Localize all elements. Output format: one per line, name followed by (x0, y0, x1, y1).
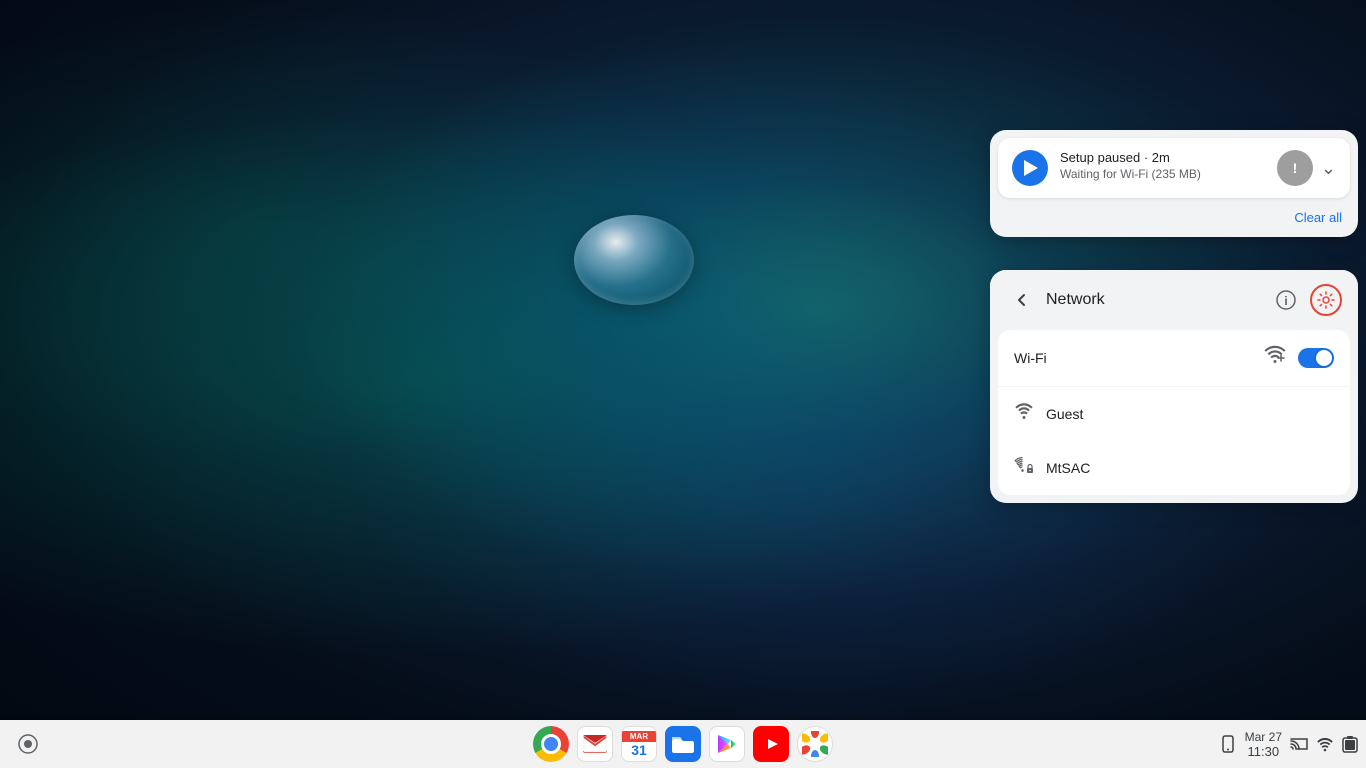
network-item-mtsac[interactable]: MtSAC (998, 441, 1350, 495)
network-info-button[interactable]: i (1270, 284, 1302, 316)
water-drop (574, 215, 694, 305)
taskbar: MAR 31 (0, 720, 1366, 768)
desktop: Setup paused · 2m Waiting for Wi-Fi (235… (0, 0, 1366, 768)
date-time-display[interactable]: Mar 27 11:30 (1245, 730, 1282, 759)
notif-actions: ! ⌄ (1277, 150, 1336, 186)
gmail-icon (577, 726, 613, 762)
tray-date: Mar 27 (1245, 730, 1282, 744)
wifi-add-icon[interactable] (1264, 344, 1286, 372)
network-settings-button[interactable] (1310, 284, 1342, 316)
playstore-icon (709, 726, 745, 762)
clear-all-button[interactable]: Clear all (1294, 210, 1342, 225)
taskbar-right: Mar 27 11:30 (1219, 730, 1358, 759)
calendar-icon: MAR 31 (621, 726, 657, 762)
youtube-app-button[interactable] (751, 724, 791, 764)
phone-icon[interactable] (1219, 735, 1237, 753)
playstore-app-button[interactable] (707, 724, 747, 764)
wifi-tray-icon[interactable] (1316, 736, 1334, 752)
notif-app-icon (1012, 150, 1048, 186)
battery-icon[interactable] (1342, 735, 1358, 753)
wifi-icon-mtsac (1014, 455, 1034, 481)
notif-expand-button[interactable]: ⌄ (1321, 158, 1336, 179)
svg-text:i: i (1284, 294, 1287, 308)
notif-title: Setup paused · 2m (1060, 150, 1265, 165)
gmail-app-button[interactable] (575, 724, 615, 764)
tray-time: 11:30 (1248, 744, 1280, 759)
chrome-app-button[interactable] (531, 724, 571, 764)
network-title: Network (1046, 291, 1262, 309)
chrome-icon (533, 726, 569, 762)
taskbar-left (8, 724, 48, 764)
clear-all-row: Clear all (990, 206, 1358, 237)
notif-content: Setup paused · 2m Waiting for Wi-Fi (235… (1060, 150, 1265, 181)
wifi-icon-guest (1014, 401, 1034, 427)
wifi-toggle[interactable] (1298, 348, 1334, 368)
launcher-button[interactable] (8, 724, 48, 764)
notif-subtitle: Waiting for Wi-Fi (235 MB) (1060, 167, 1265, 181)
network-item-guest[interactable]: Guest (998, 387, 1350, 441)
network-name-guest: Guest (1046, 406, 1334, 422)
svg-text:!: ! (1293, 160, 1298, 176)
calendar-app-button[interactable]: MAR 31 (619, 724, 659, 764)
taskbar-center: MAR 31 (531, 724, 835, 764)
network-body: Wi-Fi (998, 330, 1350, 495)
notification-panel: Setup paused · 2m Waiting for Wi-Fi (235… (990, 130, 1358, 237)
notif-avatar: ! (1277, 150, 1313, 186)
network-header: Network i (990, 270, 1358, 330)
wifi-row: Wi-Fi (998, 330, 1350, 387)
network-panel: Network i Wi-Fi (990, 270, 1358, 503)
files-icon (665, 726, 701, 762)
network-back-button[interactable] (1006, 284, 1038, 316)
notification-card: Setup paused · 2m Waiting for Wi-Fi (235… (998, 138, 1350, 198)
wifi-label: Wi-Fi (1014, 350, 1252, 366)
photos-app-button[interactable] (795, 724, 835, 764)
network-name-mtsac: MtSAC (1046, 460, 1334, 476)
youtube-icon (753, 726, 789, 762)
files-app-button[interactable] (663, 724, 703, 764)
photos-icon (797, 726, 833, 762)
cast-icon[interactable] (1290, 736, 1308, 752)
